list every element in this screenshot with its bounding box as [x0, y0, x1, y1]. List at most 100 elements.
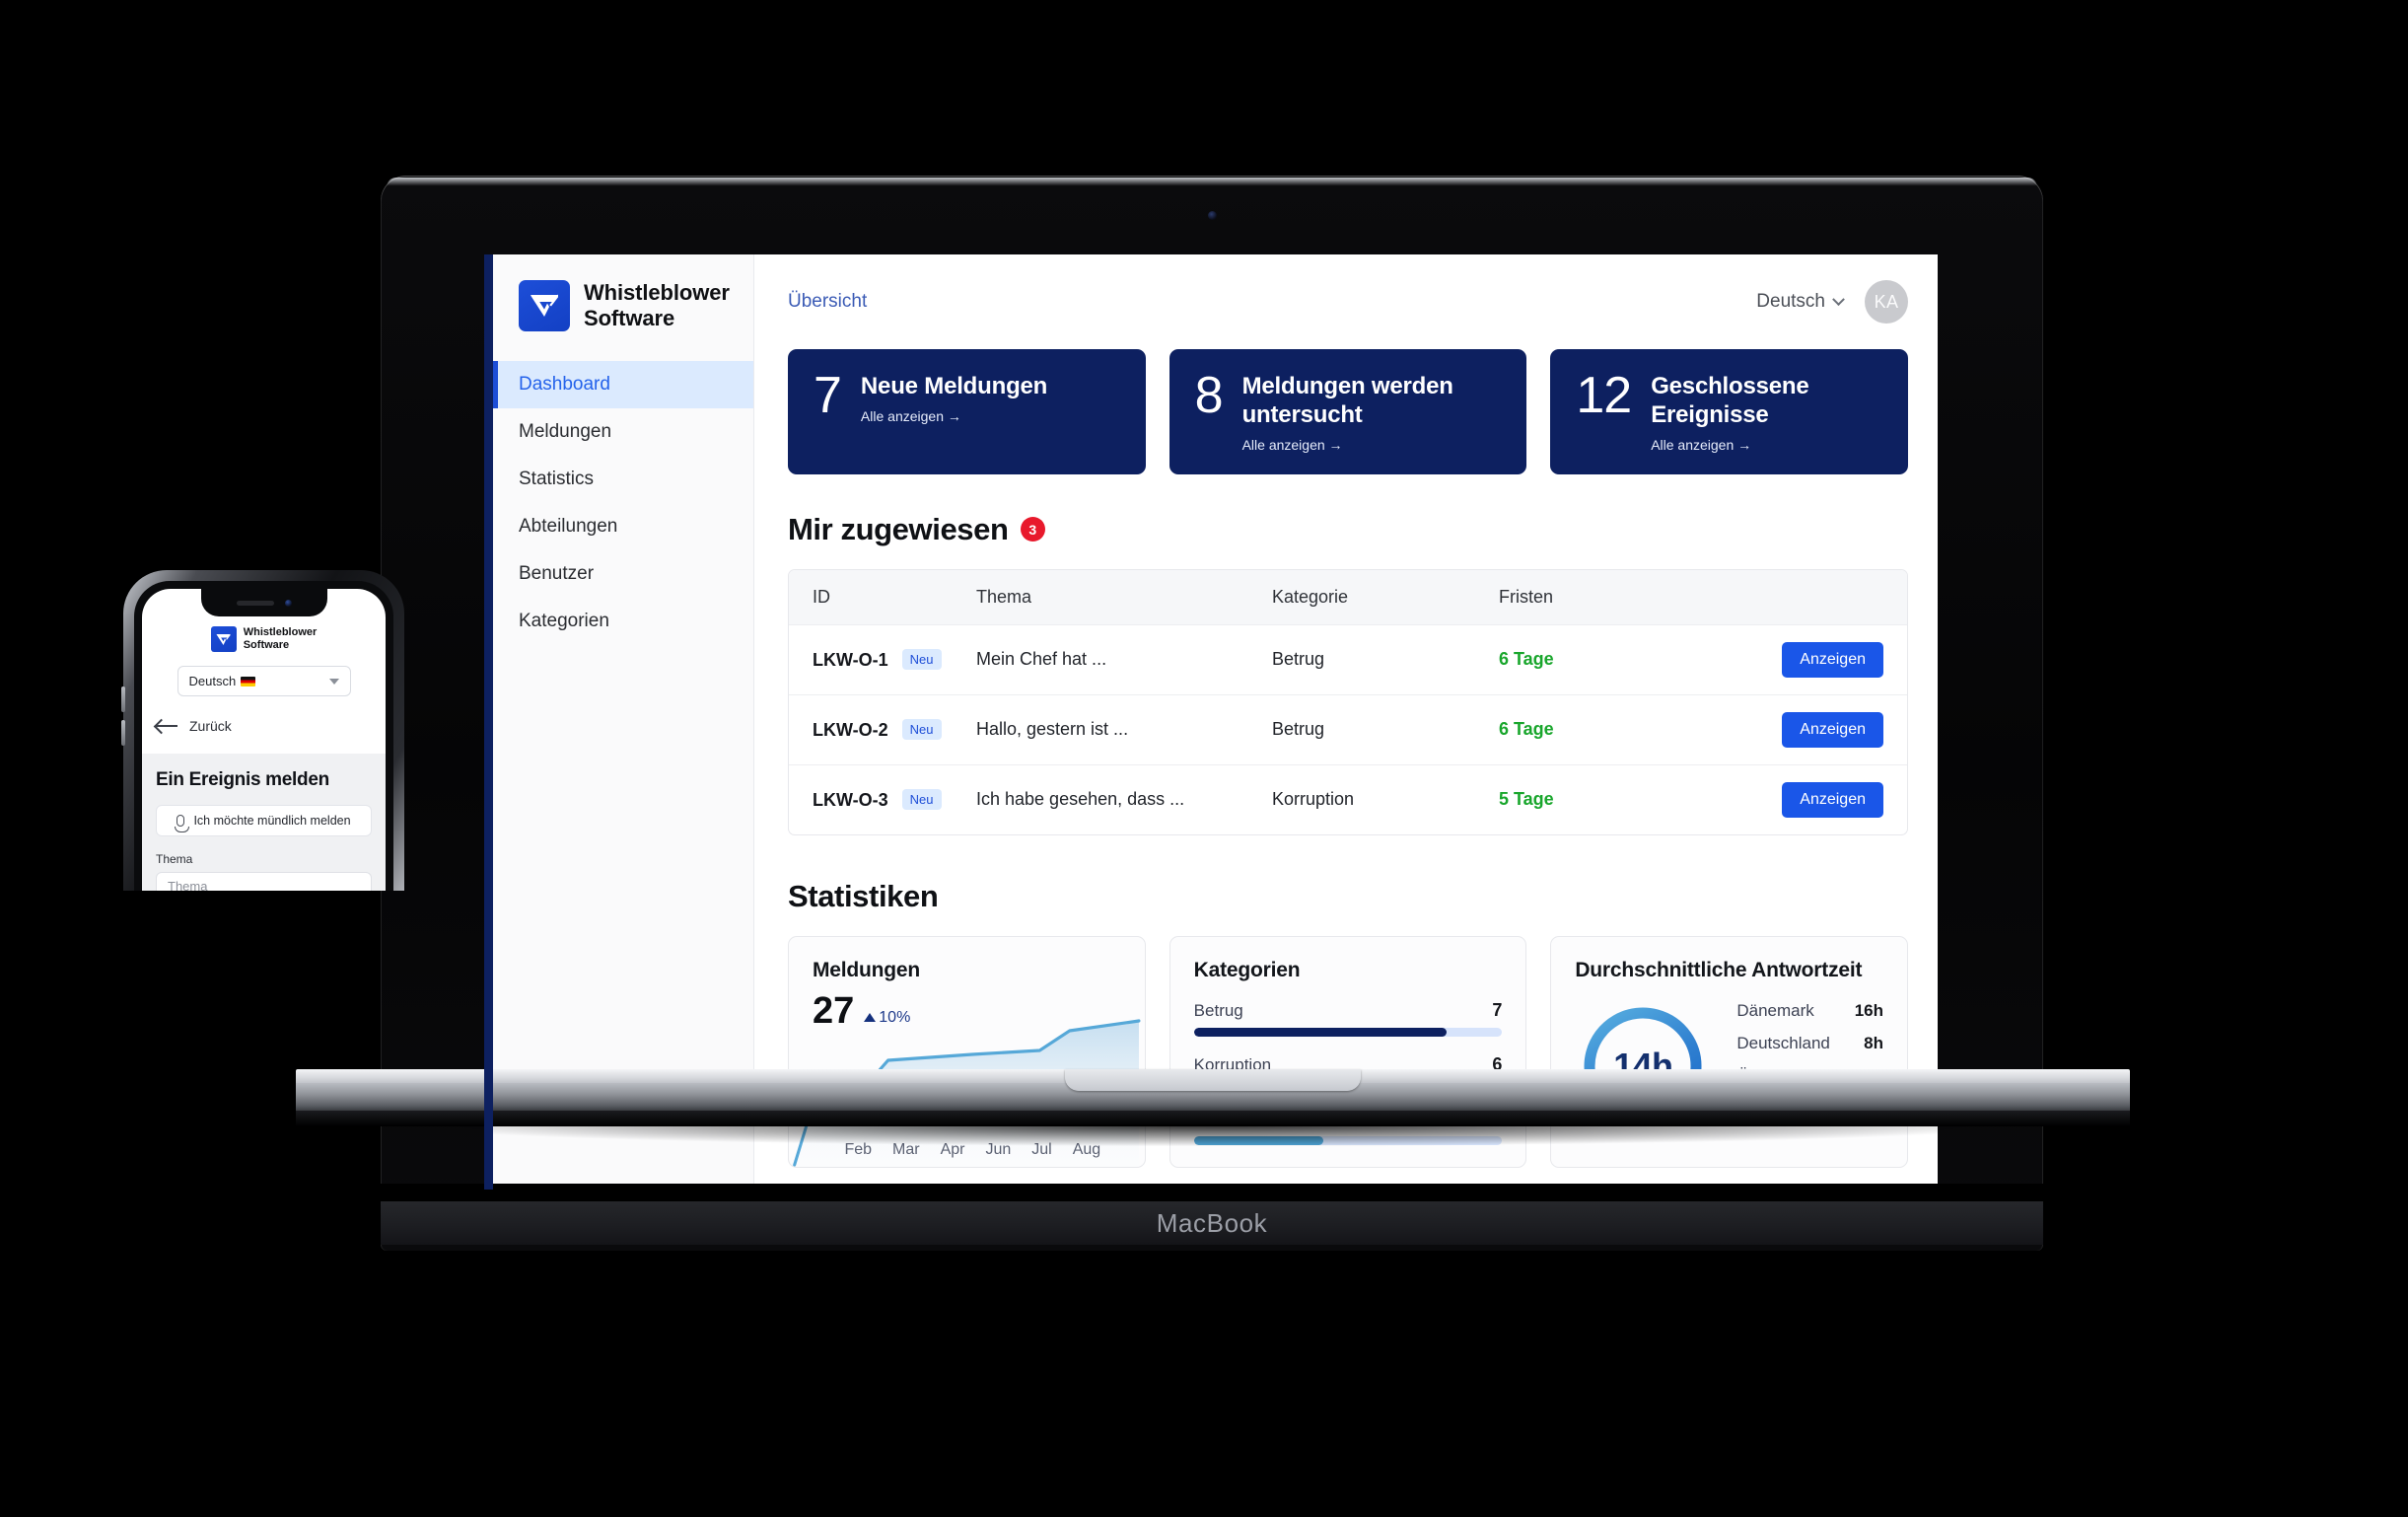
scene: Whistleblower Software Dashboard Meldung…: [0, 0, 2408, 1517]
country-value: 8h: [1864, 1033, 1884, 1052]
phone-volume-button[interactable]: [121, 686, 125, 712]
cell-id: LKW-O-2 Neu: [789, 693, 976, 765]
stat-link[interactable]: Alle anzeigen →: [1651, 437, 1882, 453]
country-value: 16h: [1854, 1000, 1884, 1020]
language-label: Deutsch: [1756, 291, 1825, 312]
statistics-title-text: Statistiken: [788, 878, 939, 913]
macbook-label: MacBook: [1156, 1207, 1268, 1238]
phone-language-select[interactable]: Deutsch: [177, 666, 351, 696]
chevron-down-icon: [328, 678, 339, 685]
column-header-actions: [1686, 569, 1907, 625]
avatar[interactable]: KA: [1865, 280, 1908, 324]
sidebar-item-label: Dashboard: [519, 374, 610, 395]
report-id: LKW-O-3: [813, 789, 888, 810]
base-notch: [1065, 1069, 1361, 1091]
sidebar-item-statistics[interactable]: Statistics: [493, 456, 753, 503]
phone-back-button[interactable]: Zurück: [142, 696, 386, 754]
cell-frist: 6 Tage: [1499, 693, 1686, 765]
topbar: Übersicht Deutsch KA: [788, 280, 1908, 324]
table-row[interactable]: LKW-O-3 Neu Ich habe gesehen, dass ... K…: [789, 763, 1907, 834]
phone-language-value-wrap: Deutsch: [189, 674, 256, 688]
lid-highlight: [387, 178, 2037, 187]
new-badge: Neu: [901, 718, 942, 740]
sidebar-item-meldungen[interactable]: Meldungen: [493, 408, 753, 456]
stat-number: 8: [1194, 367, 1224, 424]
phone-brand-text: Whistleblower Software: [244, 626, 318, 652]
voice-report-button[interactable]: Ich möchte mündlich melden: [156, 805, 372, 836]
table-row[interactable]: LKW-O-2 Neu Hallo, gestern ist ... Betru…: [789, 693, 1907, 765]
phone-brand-line1: Whistleblower: [243, 626, 318, 639]
front-camera-icon: [284, 599, 292, 607]
stat-label: Neue Meldungen: [860, 373, 1048, 399]
cell-kategorie: Betrug: [1272, 623, 1499, 695]
chart-title: Durchschnittliche Antwortzeit: [1575, 958, 1863, 981]
category-name: Betrug: [1193, 1000, 1243, 1020]
category-value: 7: [1492, 999, 1503, 1020]
cell-thema: Ich habe gesehen, dass ...: [976, 763, 1272, 834]
thema-placeholder: Thema: [168, 879, 208, 891]
dashboard-app: Whistleblower Software Dashboard Meldung…: [493, 254, 1938, 1190]
stat-number: 7: [814, 367, 842, 424]
voice-report-label: Ich möchte mündlich melden: [193, 814, 351, 828]
chevron-down-icon: [1832, 292, 1845, 306]
stat-body: Meldungen werden untersucht Alle anzeige…: [1242, 371, 1502, 453]
german-flag-icon: [241, 676, 256, 686]
stat-link[interactable]: Alle anzeigen →: [861, 408, 1047, 424]
whistleblower-logo-icon: [519, 280, 570, 331]
sidebar-item-benutzer[interactable]: Benutzer: [493, 550, 753, 598]
stat-card-new-reports[interactable]: 7 Neue Meldungen Alle anzeigen →: [788, 349, 1146, 474]
stat-cards: 7 Neue Meldungen Alle anzeigen → 8 Meldu…: [788, 349, 1909, 474]
main-content: Übersicht Deutsch KA 7 Neue Meldungen Al…: [754, 254, 1938, 1190]
column-header-fristen: Fristen: [1499, 569, 1686, 625]
sidebar-item-kategorien[interactable]: Kategorien: [493, 598, 753, 645]
stat-card-under-investigation[interactable]: 8 Meldungen werden untersucht Alle anzei…: [1169, 349, 1527, 474]
view-report-button[interactable]: Anzeigen: [1782, 711, 1883, 748]
table-row[interactable]: LKW-O-1 Neu Mein Chef hat ... Betrug 6 T…: [789, 623, 1907, 695]
category-line: Betrug 7: [1194, 1000, 1503, 1021]
report-id: LKW-O-2: [813, 719, 888, 740]
phone-notch: [200, 589, 327, 616]
sidebar-item-abteilungen[interactable]: Abteilungen: [493, 503, 753, 550]
assigned-title-text: Mir zugewiesen: [788, 511, 1009, 546]
view-report-button[interactable]: Anzeigen: [1782, 641, 1883, 678]
phone-volume-button[interactable]: [121, 720, 125, 746]
sidebar-item-label: Abteilungen: [519, 516, 618, 537]
stat-label: Meldungen werden untersucht: [1241, 373, 1453, 428]
thema-input[interactable]: Thema: [156, 872, 372, 891]
phone-brand[interactable]: Whistleblower Software: [210, 626, 318, 652]
cell-id: LKW-O-3 Neu: [789, 763, 976, 834]
language-selector[interactable]: Deutsch: [1756, 291, 1845, 313]
assigned-title: Mir zugewiesen 3: [788, 512, 1908, 547]
iphone-device: Whistleblower Software Deutsch Zurück Ei…: [121, 570, 404, 891]
laptop-chin: MacBook: [381, 1201, 2043, 1245]
sidebar-item-dashboard[interactable]: Dashboard: [493, 361, 753, 408]
brand-text: Whistleblower Software: [584, 280, 730, 331]
arrow-left-icon: [156, 720, 177, 732]
stat-number: 12: [1576, 367, 1632, 424]
view-report-button[interactable]: Anzeigen: [1782, 781, 1883, 818]
cell-frist: 5 Tage: [1499, 763, 1686, 834]
cell-id: LKW-O-1 Neu: [789, 623, 976, 695]
sidebar-item-label: Kategorien: [519, 611, 609, 631]
brand-line1: Whistleblower: [584, 280, 730, 306]
cell-action: Anzeigen: [1686, 693, 1907, 765]
stat-card-closed-cases[interactable]: 12 Geschlossene Ereignisse Alle anzeigen…: [1550, 349, 1909, 474]
whistleblower-logo-icon: [210, 626, 237, 652]
table-header-row: ID Thema Kategorie Fristen: [789, 569, 1907, 625]
base-shadow: [414, 1124, 2012, 1146]
sidebar: Whistleblower Software Dashboard Meldung…: [493, 254, 754, 1190]
phone-screen: Whistleblower Software Deutsch Zurück Ei…: [142, 589, 386, 891]
category-fill: [1193, 1027, 1448, 1037]
phone-back-label: Zurück: [189, 718, 232, 734]
assigned-table: ID Thema Kategorie Fristen LKW-O-1 Neu M…: [788, 568, 1908, 835]
stat-link[interactable]: Alle anzeigen →: [1242, 437, 1502, 453]
chart-title: Meldungen: [813, 958, 921, 981]
breadcrumb[interactable]: Übersicht: [788, 291, 867, 313]
chart-title: Kategorien: [1193, 958, 1301, 981]
sidebar-item-label: Statistics: [519, 469, 595, 489]
stat-body: Geschlossene Ereignisse Alle anzeigen →: [1651, 371, 1882, 453]
microphone-icon: [175, 815, 190, 832]
category-row-betrug: Betrug 7: [1193, 1000, 1503, 1037]
deadline-value: 6 Tage: [1499, 719, 1554, 740]
brand[interactable]: Whistleblower Software: [493, 280, 753, 331]
